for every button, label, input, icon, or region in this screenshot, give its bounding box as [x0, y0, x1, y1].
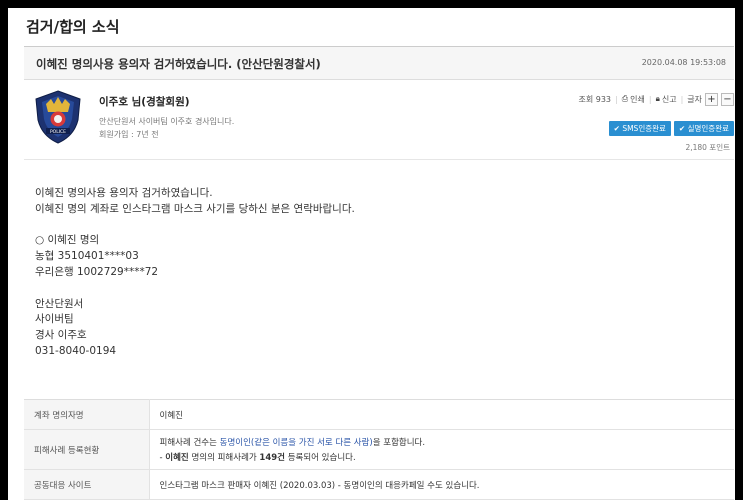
note-text: 을 포함합니다. [372, 438, 426, 448]
row-label: 피해사례 등록현황 [24, 429, 150, 470]
row-value: 이혜진 [149, 399, 734, 430]
toolbar-divider: | [680, 94, 684, 104]
note-text: 등록되어 있습니다. [285, 453, 356, 463]
note-text: 명의의 피해사례가 [188, 453, 260, 463]
account-info-table: 계좌 명의자명 이혜진 피해사례 등록현황 피해사례 건수는 동명이인(같은 이… [24, 399, 734, 500]
post-content: 이혜진 명의사용 용의자 검거하였습니다. 이혜진 명의 계좌로 인스타그램 마… [35, 186, 355, 360]
damage-count-line: - 이혜진 명의의 피해사례가 149건 등록되어 있습니다. [160, 451, 725, 463]
row-label: 계좌 명의자명 [24, 399, 150, 430]
author-joined: 회원가입 : 7년 전 [99, 130, 159, 139]
font-increase-button[interactable]: + [705, 92, 718, 106]
content-gap [35, 281, 355, 297]
content-line: 사이버팀 [35, 313, 74, 326]
report-label: 신고 [661, 94, 677, 104]
content-line: 이혜진 명의 계좌로 인스타그램 마스크 사기를 당하신 분은 연락바랍니다. [35, 202, 355, 215]
page-frame: 검거/합의 소식 이혜진 명의사용 용의자 검거하였습니다. (안산단원경찰서)… [8, 8, 735, 500]
note-highlight: 동명이인(같은 이름을 가진 서로 다른 사람) [219, 438, 373, 448]
board-title: 검거/합의 소식 [26, 18, 120, 36]
content-gap [35, 218, 355, 234]
content-line: 경사 이주호 [35, 329, 87, 342]
content-line: 031-8040-0194 [35, 344, 117, 357]
table-row: 피해사례 등록현황 피해사례 건수는 동명이인(같은 이름을 가진 서로 다른 … [24, 429, 734, 470]
realname-cert-badge: ✔ 실명인증완료 [673, 121, 734, 136]
font-decrease-button[interactable]: − [721, 92, 734, 106]
note-name: 이혜진 [165, 453, 189, 463]
lock-icon: 🔒︎ [655, 94, 660, 103]
sms-cert-badge: ✔ SMS인증완료 [608, 121, 671, 136]
author-points: 2,180 포인트 [685, 143, 730, 152]
joint-response-link[interactable]: 인스타그램 마스크 판매자 이혜진 (2020.03.03) - 동명이인의 대… [149, 469, 734, 500]
print-button[interactable]: ⎙ 인쇄 [622, 94, 645, 105]
report-button[interactable]: 🔒︎ 신고 [656, 94, 677, 105]
content-line: 이혜진 명의사용 용의자 검거하였습니다. [35, 187, 213, 199]
sms-cert-label: SMS인증완료 [622, 124, 666, 133]
post-title: 이혜진 명의사용 용의자 검거하였습니다. (안산단원경찰서) [36, 57, 321, 71]
table-row: 공동대응 사이트 인스타그램 마스크 판매자 이혜진 (2020.03.03) … [24, 469, 734, 500]
content-line: 농협 3510401****03 [35, 250, 139, 263]
author-description: 안산단원서 사이버팀 이주호 경사입니다. [99, 117, 235, 126]
row-value: 피해사례 건수는 동명이인(같은 이름을 가진 서로 다른 사람)을 포함합니다… [149, 429, 734, 470]
police-badge-icon: POLICE [34, 90, 82, 144]
post-title-bar: 이혜진 명의사용 용의자 검거하였습니다. (안산단원경찰서) 2020.04.… [24, 46, 734, 80]
row-label: 공동대응 사이트 [24, 469, 150, 500]
cert-badges: ✔ SMS인증완료 ✔ 실명인증완료 [608, 121, 734, 136]
font-size-label: 글자 [687, 94, 702, 104]
print-label: 인쇄 [630, 94, 645, 104]
author-name[interactable]: 이주호 님(경찰회원) [99, 94, 190, 109]
printer-icon: ⎙ [621, 94, 629, 103]
content-line: ○ 이혜진 명의 [35, 234, 100, 247]
view-count: 조회 933 [578, 94, 612, 104]
badge-text: POLICE [50, 129, 66, 135]
post-toolbar: 조회 933 | ⎙ 인쇄 | 🔒︎ 신고 | 글자 + − [578, 92, 734, 106]
author-row: POLICE 이주호 님(경찰회원) 안산단원서 사이버팀 이주호 경사입니다.… [24, 80, 734, 160]
table-row: 계좌 명의자명 이혜진 [24, 399, 734, 430]
damage-count: 149건 [259, 453, 285, 463]
realname-cert-label: 실명인증완료 [687, 124, 729, 133]
note-text: 피해사례 건수는 [159, 438, 220, 448]
toolbar-divider: | [615, 94, 618, 104]
post-date: 2020.04.08 19:53:08 [641, 58, 726, 67]
toolbar-divider: | [648, 94, 652, 104]
content-line: 안산단원서 [35, 297, 84, 310]
damage-note-line: 피해사례 건수는 동명이인(같은 이름을 가진 서로 다른 사람)을 포함합니다… [160, 436, 725, 448]
content-line: 우리은행 1002729****72 [35, 265, 159, 278]
